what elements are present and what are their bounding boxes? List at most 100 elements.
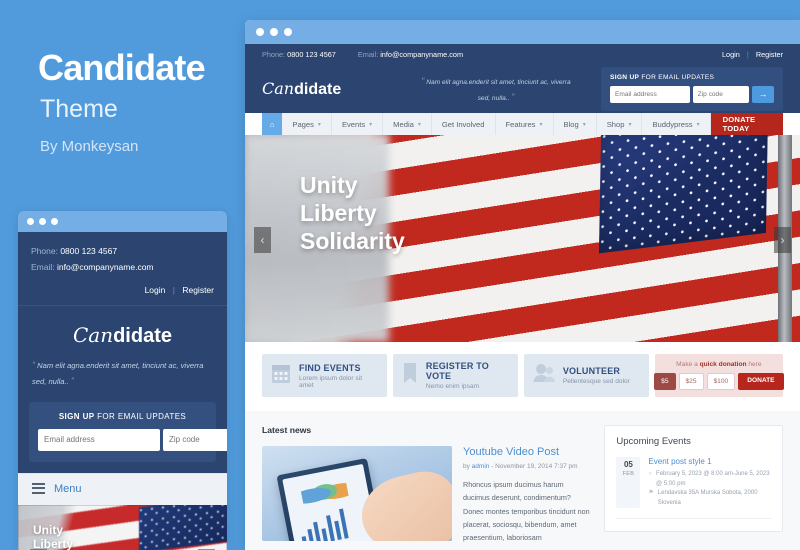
login-link[interactable]: Login xyxy=(722,50,740,59)
mobile-signup-form: → xyxy=(38,428,227,451)
donation-title-strong: quick donation xyxy=(699,361,747,368)
nav-item-media[interactable]: Media ▾ xyxy=(383,113,432,135)
bar-chart-icon xyxy=(298,508,349,541)
mobile-tagline-text: Nam elit agna.enderit sit amet, tinciunt… xyxy=(32,361,204,387)
post-meta-date: - November 19, 2014 7:37 pm xyxy=(489,463,578,470)
donate-button[interactable]: DONATE xyxy=(738,373,784,390)
nav-item-events[interactable]: Events ▾ xyxy=(332,113,384,135)
mobile-zip-input[interactable] xyxy=(163,428,227,451)
mobile-login-link[interactable]: Login xyxy=(145,285,166,295)
window-dot-icon xyxy=(256,28,264,36)
window-dot-icon xyxy=(270,28,278,36)
nav-item-get-involved[interactable]: Get Involved xyxy=(432,113,496,135)
mobile-signup-title: SIGN UP FOR EMAIL UPDATES xyxy=(38,412,207,421)
topbar-phone-value: 0800 123 4567 xyxy=(287,50,336,59)
promo-panel: Candidate Theme By Monkeysan Phone: 0800… xyxy=(0,0,245,550)
nav-item-blog[interactable]: Blog ▾ xyxy=(554,113,597,135)
topbar-email-label: Email: xyxy=(357,50,379,59)
chevron-down-icon: ▾ xyxy=(317,121,321,128)
post-body: Youtube Video Post by admin - November 1… xyxy=(463,446,592,545)
mobile-hero-slider: UnityLibertySolidarity ‹ › xyxy=(18,504,227,550)
post-title-link[interactable]: Youtube Video Post xyxy=(463,446,592,458)
mobile-auth-links: Login | Register xyxy=(18,283,227,305)
event-title-link[interactable]: Event post style 1 xyxy=(648,457,771,466)
signup-email-input[interactable] xyxy=(610,86,690,103)
mobile-signup-box: SIGN UP FOR EMAIL UPDATES → xyxy=(29,401,227,462)
latest-news-column: Latest news Youtube Video Post by admin … xyxy=(262,425,592,550)
page-subtitle: Theme xyxy=(40,95,118,123)
topbar-phone: Phone: 0800 123 4567 xyxy=(262,50,336,59)
hero-next-arrow[interactable]: › xyxy=(774,227,791,253)
mobile-window-titlebar xyxy=(18,211,227,232)
feature-find-events[interactable]: FIND EVENTS Lorem ipsum dolor sit amet xyxy=(262,354,387,397)
donation-amount-100[interactable]: $100 xyxy=(706,373,736,390)
nav-item-features[interactable]: Features ▾ xyxy=(496,113,554,135)
post-author-link[interactable]: admin xyxy=(472,463,490,470)
hamburger-menu-icon[interactable] xyxy=(32,482,45,497)
main-navigation: ⌂ Pages ▾ Events ▾ Media ▾ Get Involved Fea… xyxy=(262,113,783,135)
mobile-logo-script: Can xyxy=(72,323,114,348)
chevron-down-icon: ▾ xyxy=(369,121,373,128)
page-title: Candidate xyxy=(38,47,206,88)
hero-flag-canton xyxy=(599,135,768,254)
signup-submit-button[interactable]: → xyxy=(752,86,774,103)
mobile-email-value: info@companyname.com xyxy=(57,262,154,273)
quick-donation-title: Make a quick donation here xyxy=(663,361,775,368)
feature-title: REGISTER TO VOTE xyxy=(425,361,489,381)
upcoming-events-heading: Upcoming Events xyxy=(616,436,691,447)
register-link[interactable]: Register xyxy=(756,50,783,59)
mobile-site-logo[interactable]: Candidate xyxy=(18,306,227,358)
topbar-email: Email: info@companyname.com xyxy=(358,50,463,59)
mobile-email-input[interactable] xyxy=(38,428,160,451)
mobile-register-link[interactable]: Register xyxy=(182,285,214,295)
event-date-badge: 05 FEB xyxy=(616,457,641,509)
nav-home-button[interactable]: ⌂ xyxy=(262,113,283,135)
mobile-email-line: Email: info@companyname.com xyxy=(31,259,214,275)
mobile-signup-strong: SIGN UP xyxy=(58,411,95,421)
nav-donate-today-button[interactable]: DONATE TODAY xyxy=(710,113,783,135)
hero-slider: Unity Liberty Solidarity FIND OUT MORE› … xyxy=(245,135,800,342)
hero-line-3: Solidarity xyxy=(300,228,405,255)
chevron-down-icon: ▾ xyxy=(539,121,543,128)
mobile-preview-window: Phone: 0800 123 4567 Email: info@company… xyxy=(18,211,227,550)
event-month: FEB xyxy=(622,471,635,477)
auth-separator: | xyxy=(746,50,749,59)
site-logo[interactable]: Candidate xyxy=(262,79,412,99)
people-icon xyxy=(533,363,555,388)
site-header: Candidate “ Nam elit agna.enderit sit am… xyxy=(245,65,800,113)
quote-close-icon: ” xyxy=(70,376,74,387)
window-dot-icon xyxy=(39,218,46,225)
nav-item-shop[interactable]: Shop ▾ xyxy=(597,113,643,135)
nav-item-buddypress[interactable]: Buddypress ▾ xyxy=(642,113,711,135)
location-pin-icon: ⚑ xyxy=(648,490,654,497)
hero-prev-arrow[interactable]: ‹ xyxy=(254,227,271,253)
bookmark-icon xyxy=(402,362,418,389)
chevron-down-icon: ▾ xyxy=(696,121,700,128)
mobile-menu-bar[interactable]: Menu xyxy=(18,472,227,505)
signup-zip-input[interactable] xyxy=(692,86,749,103)
clock-icon: ○ xyxy=(648,471,653,477)
sidebar-column: Upcoming Events 05 FEB Event post style … xyxy=(604,425,783,550)
feature-text: FIND EVENTS Lorem ipsum dolor sit amet xyxy=(299,363,378,389)
event-list-item[interactable]: 05 FEB Event post style 1 ○ February 5, … xyxy=(616,457,771,520)
chevron-down-icon: ▾ xyxy=(417,121,421,128)
latest-news-heading: Latest news xyxy=(262,425,312,435)
post-thumbnail[interactable] xyxy=(262,446,452,541)
home-icon: ⌂ xyxy=(269,119,275,129)
feature-register-to-vote[interactable]: REGISTER TO VOTE Nemo enim ipsam xyxy=(392,354,518,397)
window-dot-icon xyxy=(284,28,292,36)
donation-amount-5[interactable]: $5 xyxy=(654,373,676,390)
signup-form: → xyxy=(610,86,774,103)
feature-subtitle: Nemo enim ipsam xyxy=(425,383,480,390)
news-section: Latest news Youtube Video Post by admin … xyxy=(245,411,800,550)
nav-item-pages[interactable]: Pages ▾ xyxy=(282,113,332,135)
header-signup-box: SIGN UP FOR EMAIL UPDATES → xyxy=(601,67,783,111)
nav-label: Pages xyxy=(292,119,314,129)
feature-volunteer[interactable]: VOLUNTEER Pellentesque sed dolor xyxy=(523,354,649,397)
header-tagline-text: Nam elit agna.enderit sit amet, tinciunt… xyxy=(426,78,571,102)
nav-label: Media xyxy=(393,119,414,129)
hero-line-1: Unity xyxy=(300,172,358,198)
nav-label: Features xyxy=(505,119,536,129)
event-time-line: ○ February 5, 2023 @ 8:00 am-June 5, 202… xyxy=(648,470,771,489)
donation-amount-25[interactable]: $25 xyxy=(678,373,704,390)
